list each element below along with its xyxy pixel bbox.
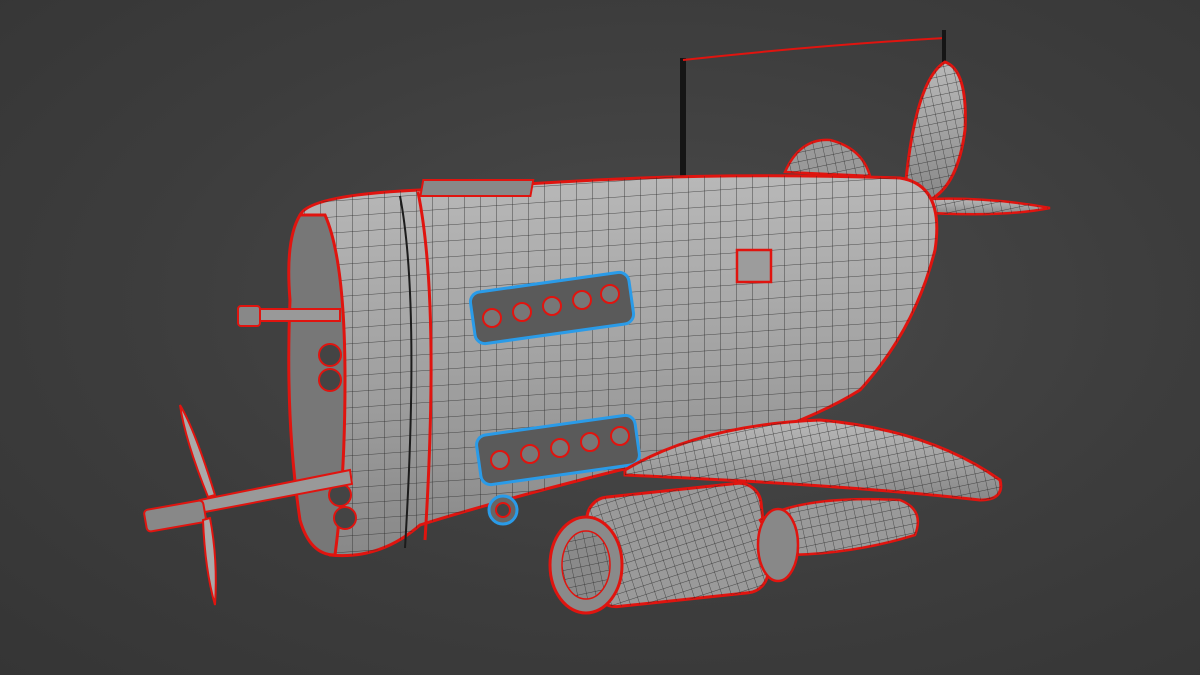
plane-model[interactable] [0,0,1200,675]
engine-pod-large [548,481,770,615]
engine-pod-small [756,497,920,583]
cockpit-canopy [783,138,872,178]
tail-fin [903,60,967,202]
viewport-3d[interactable] [0,0,1200,675]
